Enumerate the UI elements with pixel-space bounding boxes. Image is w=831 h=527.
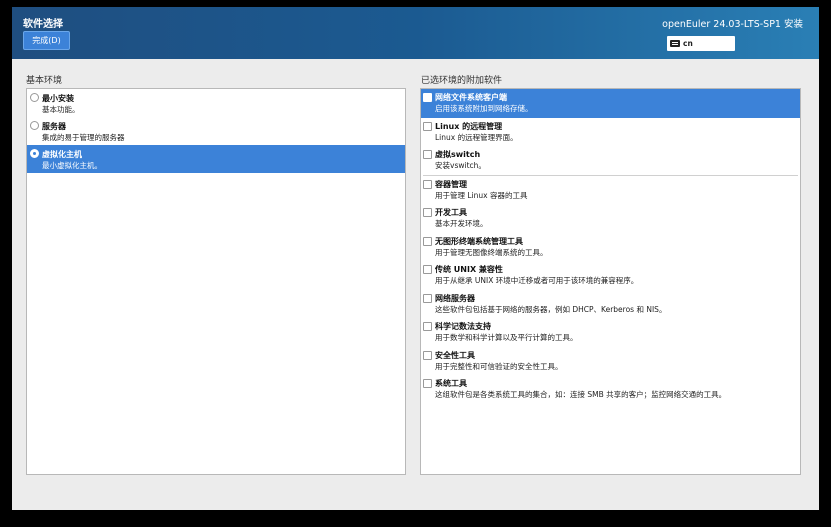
checkbox[interactable] <box>423 236 432 246</box>
addon-item-name: 容器管理 <box>435 179 467 189</box>
env-item-server[interactable]: 服务器 集成的易于管理的服务器 <box>27 117 405 145</box>
checkbox[interactable] <box>423 322 432 331</box>
addon-item-container-management[interactable]: 容器管理 用于管理 Linux 容器的工具 <box>421 176 800 205</box>
addon-item-name: 虚拟switch <box>435 150 481 159</box>
addon-item-development-tools[interactable]: 开发工具 基本开发环境。 <box>421 204 800 233</box>
env-item-name: 虚拟化主机 <box>42 150 82 159</box>
env-item-name: 最小安装 <box>42 94 74 103</box>
addon-item-desc: 用于从继承 UNIX 环境中迁移或者可用于该环境的兼容程序。 <box>435 276 639 285</box>
addon-item-name: 网络服务器 <box>435 293 475 303</box>
base-environment-list: 最小安装 基本功能。 服务器 集成的易于管理的服务器 虚拟化主机 最小虚拟化主机… <box>26 88 406 475</box>
env-item-desc: 基本功能。 <box>42 105 80 114</box>
done-button[interactable]: 完成(D) <box>23 31 70 50</box>
checkbox[interactable] <box>423 350 432 360</box>
checkbox[interactable] <box>423 121 432 131</box>
addon-item-name: 科学记数法支持 <box>435 322 491 331</box>
addon-item-legacy-unix[interactable]: 传统 UNIX 兼容性 用于从继承 UNIX 环境中迁移或者可用于该环境的兼容程… <box>421 261 800 290</box>
env-item-virtualization-host[interactable]: 虚拟化主机 最小虚拟化主机。 <box>27 145 405 173</box>
addon-item-name: 安全性工具 <box>435 350 475 360</box>
page-title: 软件选择 <box>23 19 63 30</box>
addon-item-scientific-support[interactable]: 科学记数法支持 用于数学和科学计算以及平行计算的工具。 <box>421 318 800 347</box>
addon-item-security-tools[interactable]: 安全性工具 用于完整性和可信验证的安全性工具。 <box>421 347 800 376</box>
addon-item-name: 开发工具 <box>435 208 467 217</box>
base-environment-heading: 基本环境 <box>26 76 63 86</box>
addon-item-desc: 用于完整性和可信验证的安全性工具。 <box>435 361 563 371</box>
addon-item-desc: Linux 的远程管理界面。 <box>435 132 518 142</box>
addon-item-desc: 用于数学和科学计算以及平行计算的工具。 <box>435 333 578 342</box>
env-item-desc: 最小虚拟化主机。 <box>42 161 102 170</box>
addon-item-name: 系统工具 <box>435 379 467 388</box>
keyboard-layout-indicator[interactable]: cn <box>667 36 735 51</box>
env-item-desc: 集成的易于管理的服务器 <box>42 133 125 142</box>
addon-item-desc: 基本开发环境。 <box>435 219 488 228</box>
addon-item-desc: 用于管理 Linux 容器的工具 <box>435 190 528 200</box>
env-item-name: 服务器 <box>42 122 66 131</box>
addon-item-vswitch[interactable]: 虚拟switch 安装vswitch。 <box>421 146 800 175</box>
checkbox[interactable] <box>423 150 432 159</box>
addon-item-desc: 这组软件包是各类系统工具的集合，如：连接 SMB 共享的客户；监控网络交通的工具… <box>435 390 727 399</box>
addon-item-desc: 用于管理无图像终端系统的工具。 <box>435 247 548 257</box>
keyboard-layout-label: cn <box>683 39 693 48</box>
keyboard-icon <box>670 40 680 47</box>
radio-button[interactable] <box>30 149 39 158</box>
addon-item-name: 传统 UNIX 兼容性 <box>435 265 503 274</box>
addon-item-name: 网络文件系统客户端 <box>435 93 507 102</box>
checkbox[interactable] <box>423 265 432 274</box>
env-item-minimal[interactable]: 最小安装 基本功能。 <box>27 89 405 117</box>
addon-item-nfs-client[interactable]: 网络文件系统客户端 启用该系统附加到网络存储。 <box>421 89 800 118</box>
radio-button[interactable] <box>30 121 39 130</box>
addon-list: 网络文件系统客户端 启用该系统附加到网络存储。 Linux 的远程管理 Linu… <box>420 88 801 475</box>
addon-item-name: Linux 的远程管理 <box>435 121 503 131</box>
checkbox[interactable] <box>423 179 432 189</box>
checkbox[interactable] <box>423 93 432 102</box>
addon-item-headless-management[interactable]: 无图形终端系统管理工具 用于管理无图像终端系统的工具。 <box>421 233 800 262</box>
addon-item-name: 无图形终端系统管理工具 <box>435 236 523 246</box>
addon-item-network-server[interactable]: 网络服务器 这些软件包包括基于网络的服务器，例如 DHCP、Kerberos 和… <box>421 290 800 319</box>
checkbox[interactable] <box>423 293 432 303</box>
header-bar: 软件选择 完成(D) openEuler 24.03-LTS-SP1 安装 cn <box>12 7 819 59</box>
radio-button[interactable] <box>30 93 39 102</box>
addon-item-desc: 启用该系统附加到网络存储。 <box>435 104 533 113</box>
addon-item-system-tools[interactable]: 系统工具 这组软件包是各类系统工具的集合，如：连接 SMB 共享的客户；监控网络… <box>421 375 800 404</box>
checkbox[interactable] <box>423 208 432 217</box>
install-title: openEuler 24.03-LTS-SP1 安装 <box>662 19 803 30</box>
addon-item-remote-management[interactable]: Linux 的远程管理 Linux 的远程管理界面。 <box>421 118 800 147</box>
checkbox[interactable] <box>423 379 432 388</box>
addons-heading: 已选环境的附加软件 <box>421 76 503 86</box>
installer-window: 软件选择 完成(D) openEuler 24.03-LTS-SP1 安装 cn… <box>12 7 819 510</box>
addon-item-desc: 安装vswitch。 <box>435 161 486 170</box>
addon-item-desc: 这些软件包包括基于网络的服务器，例如 DHCP、Kerberos 和 NIS。 <box>435 304 667 314</box>
